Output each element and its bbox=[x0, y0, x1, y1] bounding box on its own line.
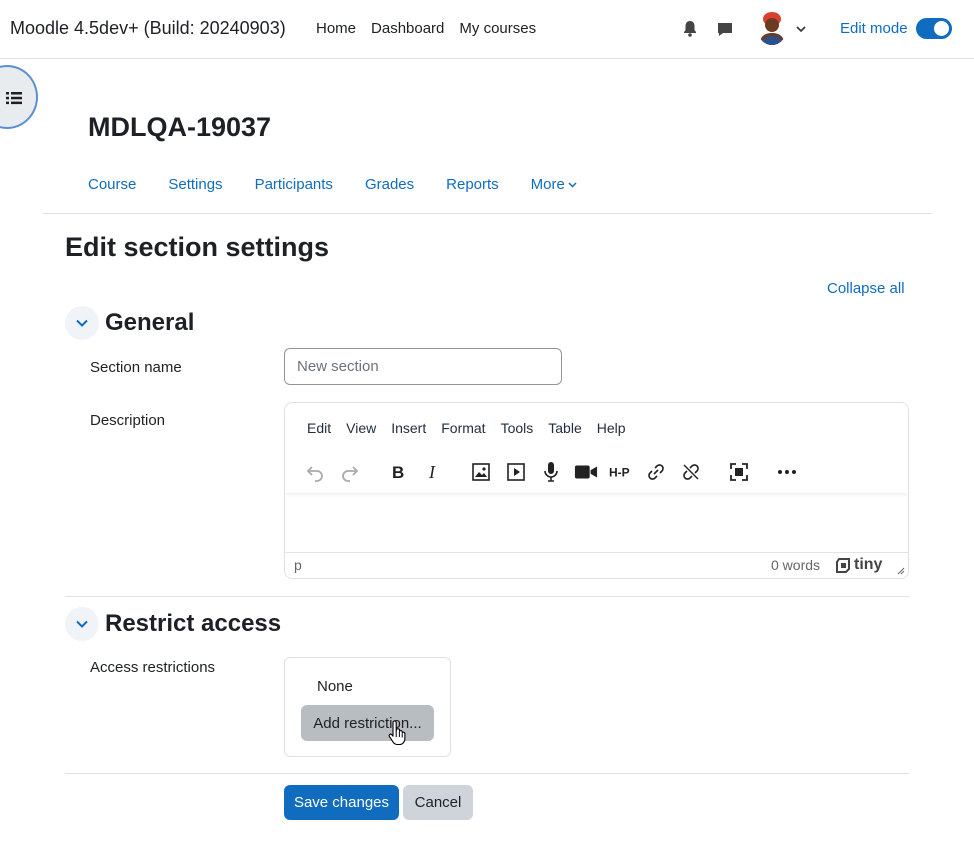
add-restriction-button[interactable]: Add restriction... bbox=[301, 705, 434, 741]
fullscreen-icon[interactable] bbox=[727, 460, 751, 484]
nav-home[interactable]: Home bbox=[316, 20, 356, 37]
general-section-header[interactable]: General bbox=[65, 306, 194, 340]
avatar[interactable] bbox=[757, 11, 787, 45]
tab-more[interactable]: More bbox=[531, 176, 577, 193]
edit-mode-label: Edit mode bbox=[840, 20, 908, 37]
video-camera-icon[interactable] bbox=[574, 460, 598, 484]
editor-menubar: Edit View Insert Format Tools Table Help bbox=[307, 420, 641, 436]
menu-help[interactable]: Help bbox=[597, 420, 626, 436]
divider bbox=[65, 596, 909, 597]
tab-participants[interactable]: Participants bbox=[255, 176, 333, 193]
save-changes-button[interactable]: Save changes bbox=[284, 785, 399, 820]
editor-statusbar: p 0 words tiny bbox=[285, 552, 908, 578]
tiny-icon bbox=[836, 557, 850, 573]
restrict-access-heading: Restrict access bbox=[105, 610, 282, 637]
chevron-down-icon[interactable] bbox=[65, 607, 99, 641]
course-title: MDLQA-19037 bbox=[88, 112, 272, 142]
microphone-icon[interactable] bbox=[539, 460, 563, 484]
list-icon bbox=[6, 92, 22, 105]
bell-icon[interactable] bbox=[680, 19, 700, 39]
description-label: Description bbox=[90, 412, 166, 429]
chevron-down-icon[interactable] bbox=[65, 306, 99, 340]
divider bbox=[43, 213, 932, 214]
cancel-button[interactable]: Cancel bbox=[403, 785, 473, 820]
redo-icon[interactable] bbox=[338, 460, 362, 484]
menu-table[interactable]: Table bbox=[548, 420, 581, 436]
access-restrictions-label: Access restrictions bbox=[90, 659, 216, 676]
restrictions-none-text: None bbox=[317, 678, 353, 695]
tiny-brand-text: tiny bbox=[854, 556, 883, 573]
top-navbar: Moodle 4.5dev+ (Build: 20240903) Home Da… bbox=[0, 0, 974, 59]
page-title: Edit section settings bbox=[65, 232, 330, 262]
editor-toolbar: B I H-P bbox=[285, 451, 908, 493]
site-brand[interactable]: Moodle 4.5dev+ (Build: 20240903) bbox=[10, 18, 286, 39]
chat-icon[interactable] bbox=[715, 19, 735, 39]
h5p-icon[interactable]: H-P bbox=[609, 460, 633, 484]
collapse-all-link[interactable]: Collapse all bbox=[827, 280, 905, 297]
tab-course[interactable]: Course bbox=[88, 176, 136, 193]
tab-more-label: More bbox=[530, 176, 565, 193]
hand-cursor-icon bbox=[388, 720, 406, 746]
divider bbox=[65, 773, 909, 774]
bold-icon[interactable]: B bbox=[386, 460, 410, 484]
menu-view[interactable]: View bbox=[346, 420, 376, 436]
menu-format[interactable]: Format bbox=[441, 420, 485, 436]
general-heading: General bbox=[105, 309, 195, 336]
section-name-input[interactable]: New section bbox=[284, 348, 562, 385]
course-secondary-nav: Course Settings Participants Grades Repo… bbox=[88, 176, 609, 193]
chevron-down-icon bbox=[568, 182, 577, 188]
chevron-down-icon[interactable] bbox=[795, 23, 807, 35]
tiny-logo[interactable]: tiny bbox=[836, 556, 882, 574]
restrictions-box: None Add restriction... bbox=[284, 657, 451, 757]
tab-grades[interactable]: Grades bbox=[365, 176, 414, 193]
primary-navigation: Home Dashboard My courses bbox=[316, 20, 551, 37]
svg-text:I: I bbox=[428, 463, 436, 481]
more-options-icon[interactable] bbox=[775, 460, 799, 484]
rich-text-editor: Edit View Insert Format Tools Table Help… bbox=[284, 402, 909, 579]
unlink-icon[interactable] bbox=[679, 460, 703, 484]
svg-text:H-P: H-P bbox=[609, 466, 630, 480]
tab-reports[interactable]: Reports bbox=[446, 176, 499, 193]
edit-mode-toggle[interactable] bbox=[916, 18, 952, 39]
nav-dashboard[interactable]: Dashboard bbox=[371, 20, 444, 37]
element-path[interactable]: p bbox=[294, 557, 302, 573]
word-count[interactable]: 0 words bbox=[771, 557, 820, 573]
menu-insert[interactable]: Insert bbox=[391, 420, 426, 436]
menu-tools[interactable]: Tools bbox=[501, 420, 534, 436]
section-name-label: Section name bbox=[90, 359, 182, 376]
svg-text:B: B bbox=[392, 463, 404, 481]
section-name-placeholder: New section bbox=[297, 358, 379, 375]
nav-my-courses[interactable]: My courses bbox=[459, 20, 536, 37]
editor-content-area[interactable] bbox=[285, 495, 908, 553]
undo-icon[interactable] bbox=[303, 460, 327, 484]
tab-settings[interactable]: Settings bbox=[168, 176, 222, 193]
italic-icon[interactable]: I bbox=[421, 460, 445, 484]
image-icon[interactable] bbox=[469, 460, 493, 484]
restrict-access-section-header[interactable]: Restrict access bbox=[65, 607, 281, 641]
menu-edit[interactable]: Edit bbox=[307, 420, 331, 436]
resize-handle-icon[interactable] bbox=[896, 566, 905, 575]
link-icon[interactable] bbox=[644, 460, 668, 484]
media-icon[interactable] bbox=[504, 460, 528, 484]
course-index-toggle[interactable] bbox=[0, 65, 38, 129]
